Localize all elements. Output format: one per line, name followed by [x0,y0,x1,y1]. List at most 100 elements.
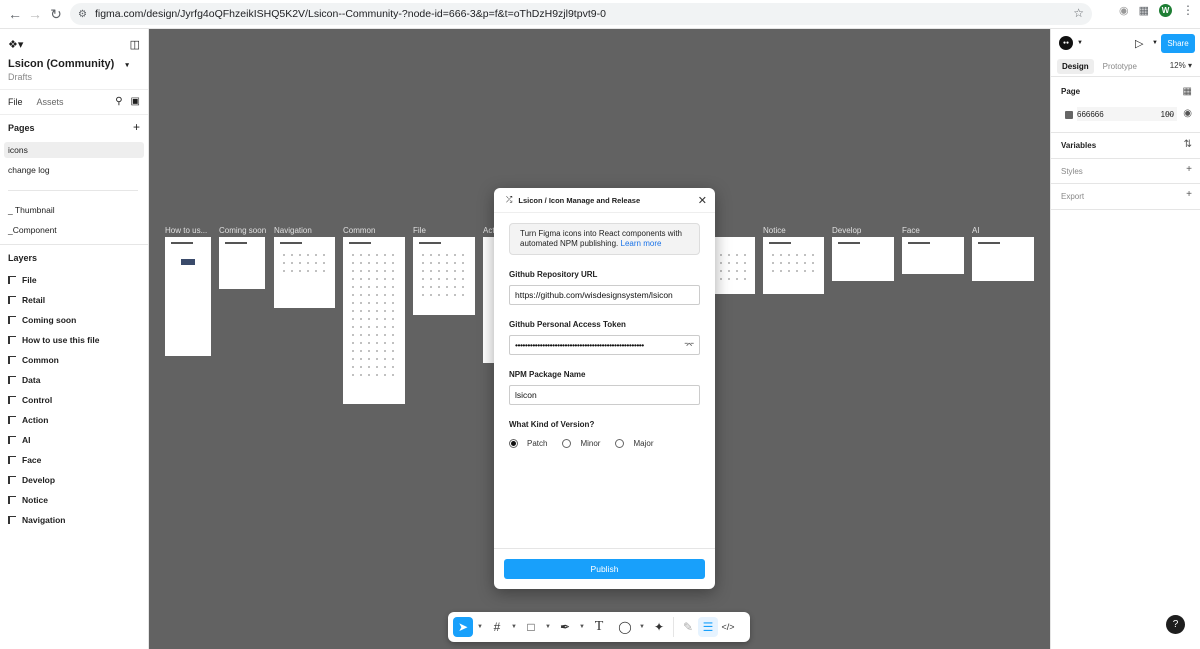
chevron-down-icon[interactable]: ▼ [575,624,589,630]
add-page-icon[interactable]: + [133,120,140,134]
tab-file[interactable]: File [8,97,23,107]
add-style-icon[interactable]: + [1186,164,1192,175]
reload-icon[interactable]: ↻ [44,2,68,26]
layer-item[interactable]: Navigation [8,515,65,525]
frame-navigation[interactable] [274,237,335,308]
address-bar[interactable]: ⚙ figma.com/design/Jyrfg4oQFhzeikISHQ5K2… [70,3,1092,25]
learn-more-link[interactable]: Learn more [621,239,662,248]
token-input[interactable] [509,335,700,355]
browser-actions: ◉ ▦ W ⋮ [1119,3,1194,17]
frame-label[interactable]: Navigation [274,226,312,235]
frame-file[interactable] [413,237,475,315]
radio-major[interactable] [615,439,625,448]
frame-label[interactable]: Face [902,226,920,235]
dev-mode-icon[interactable]: </> [718,617,738,637]
profile-avatar[interactable]: W [1159,3,1172,17]
chevron-down-icon[interactable]: ▼ [635,624,649,630]
frame-label[interactable]: Common [343,226,375,235]
chevron-down-icon[interactable]: ▼ [541,624,555,630]
repo-url-input[interactable] [509,285,700,305]
add-export-icon[interactable]: + [1186,189,1192,200]
close-icon[interactable]: ✕ [698,194,707,207]
more-menu-icon[interactable]: ⋮ [1182,3,1194,17]
draw-mode-icon[interactable]: ✎ [678,617,698,637]
library-icon[interactable]: ▣ [131,96,140,107]
pen-tool-icon[interactable]: ✒ [555,617,575,637]
chevron-down-icon[interactable]: ▼ [473,624,487,630]
extension-icon[interactable]: ◉ [1119,4,1129,17]
chevron-down-icon[interactable]: ▼ [507,624,521,630]
frame-notice[interactable] [763,237,824,294]
layer-item[interactable]: File [8,275,37,285]
tab-assets[interactable]: Assets [37,97,64,107]
user-avatar[interactable]: ●● [1059,36,1073,50]
left-panel: ❖▾ ◫ Lsicon (Community) ▾ Drafts File As… [0,29,149,649]
share-button[interactable]: Share [1161,34,1195,53]
frame-how-to-use[interactable] [165,237,211,356]
layer-item[interactable]: How to use this file [8,335,99,345]
frame-tool-icon[interactable]: # [487,617,507,637]
frame-hidden[interactable] [715,237,755,294]
actions-tool-icon[interactable]: ✦ [649,617,669,637]
comment-tool-icon[interactable]: ◯ [615,617,635,637]
page-color-swatch[interactable] [1065,111,1073,119]
present-play-icon[interactable]: ▷ [1135,37,1143,50]
frame-label[interactable]: Act [483,226,495,235]
page-item-change-log[interactable]: change log [4,162,144,178]
chevron-down-icon[interactable]: ▾ [125,62,129,69]
layer-item[interactable]: Develop [8,475,55,485]
page-item-component[interactable]: _Component [4,222,144,238]
page-settings-icon[interactable]: ▦ [1183,86,1192,97]
frame-label[interactable]: Notice [763,226,786,235]
zoom-level[interactable]: 12% ▾ [1170,61,1192,70]
page-color-value[interactable]: 666666 [1077,107,1145,121]
move-tool-icon[interactable]: ➤ [453,617,473,637]
tab-prototype[interactable]: Prototype [1098,59,1142,74]
layer-item[interactable]: AI [8,435,31,445]
page-item-thumbnail[interactable]: _ Thumbnail [4,202,144,218]
layer-item[interactable]: Data [8,375,40,385]
frame-coming-soon[interactable] [219,237,265,289]
eye-hidden-icon[interactable]: ⌤ [684,340,694,351]
right-panel-tabs: Design Prototype 12% ▾ [1051,57,1200,77]
radio-patch[interactable] [509,439,518,448]
frame-label[interactable]: Coming soon [219,226,266,235]
layer-item[interactable]: Common [8,355,59,365]
radio-minor[interactable] [562,439,572,448]
frame-label[interactable]: File [413,226,426,235]
frame-label[interactable]: Develop [832,226,861,235]
puzzle-icon[interactable]: ▦ [1139,4,1149,17]
frame-label[interactable]: How to us... [165,226,207,235]
package-name-input[interactable] [509,385,700,405]
layer-item[interactable]: Action [8,415,48,425]
eye-icon[interactable]: ◉ [1183,108,1192,119]
toggle-sidebar-icon[interactable]: ◫ [130,38,140,51]
plugin-footer-divider [494,548,715,549]
tab-design[interactable]: Design [1057,59,1094,74]
frame-develop[interactable] [832,237,894,281]
layer-item[interactable]: Coming soon [8,315,76,325]
layer-item[interactable]: Retail [8,295,45,305]
layer-item[interactable]: Notice [8,495,48,505]
chevron-down-icon[interactable]: ▼ [1077,40,1083,46]
chevron-down-icon[interactable]: ▼ [1152,40,1158,46]
figma-menu-icon[interactable]: ❖▾ [8,38,23,51]
token-label: Github Personal Access Token [509,320,626,329]
rectangle-tool-icon[interactable]: □ [521,617,541,637]
frame-common[interactable] [343,237,405,404]
bookmark-star-icon[interactable]: ☆ [1073,6,1084,20]
layer-item[interactable]: Face [8,455,41,465]
file-title[interactable]: Lsicon (Community) ▾ [8,58,129,70]
publish-button[interactable]: Publish [504,559,705,579]
frame-ai[interactable] [972,237,1034,281]
frame-label[interactable]: AI [972,226,980,235]
site-settings-icon[interactable]: ⚙ [78,9,87,20]
layer-item[interactable]: Control [8,395,52,405]
frame-face[interactable] [902,237,964,274]
design-mode-icon[interactable]: ☰ [698,617,718,637]
page-item-icons[interactable]: icons [4,142,144,158]
text-tool-icon[interactable]: T [589,617,609,637]
variables-settings-icon[interactable]: ⇅ [1184,139,1192,150]
search-icon[interactable]: ⚲ [115,96,122,107]
help-button[interactable]: ? [1166,615,1185,634]
